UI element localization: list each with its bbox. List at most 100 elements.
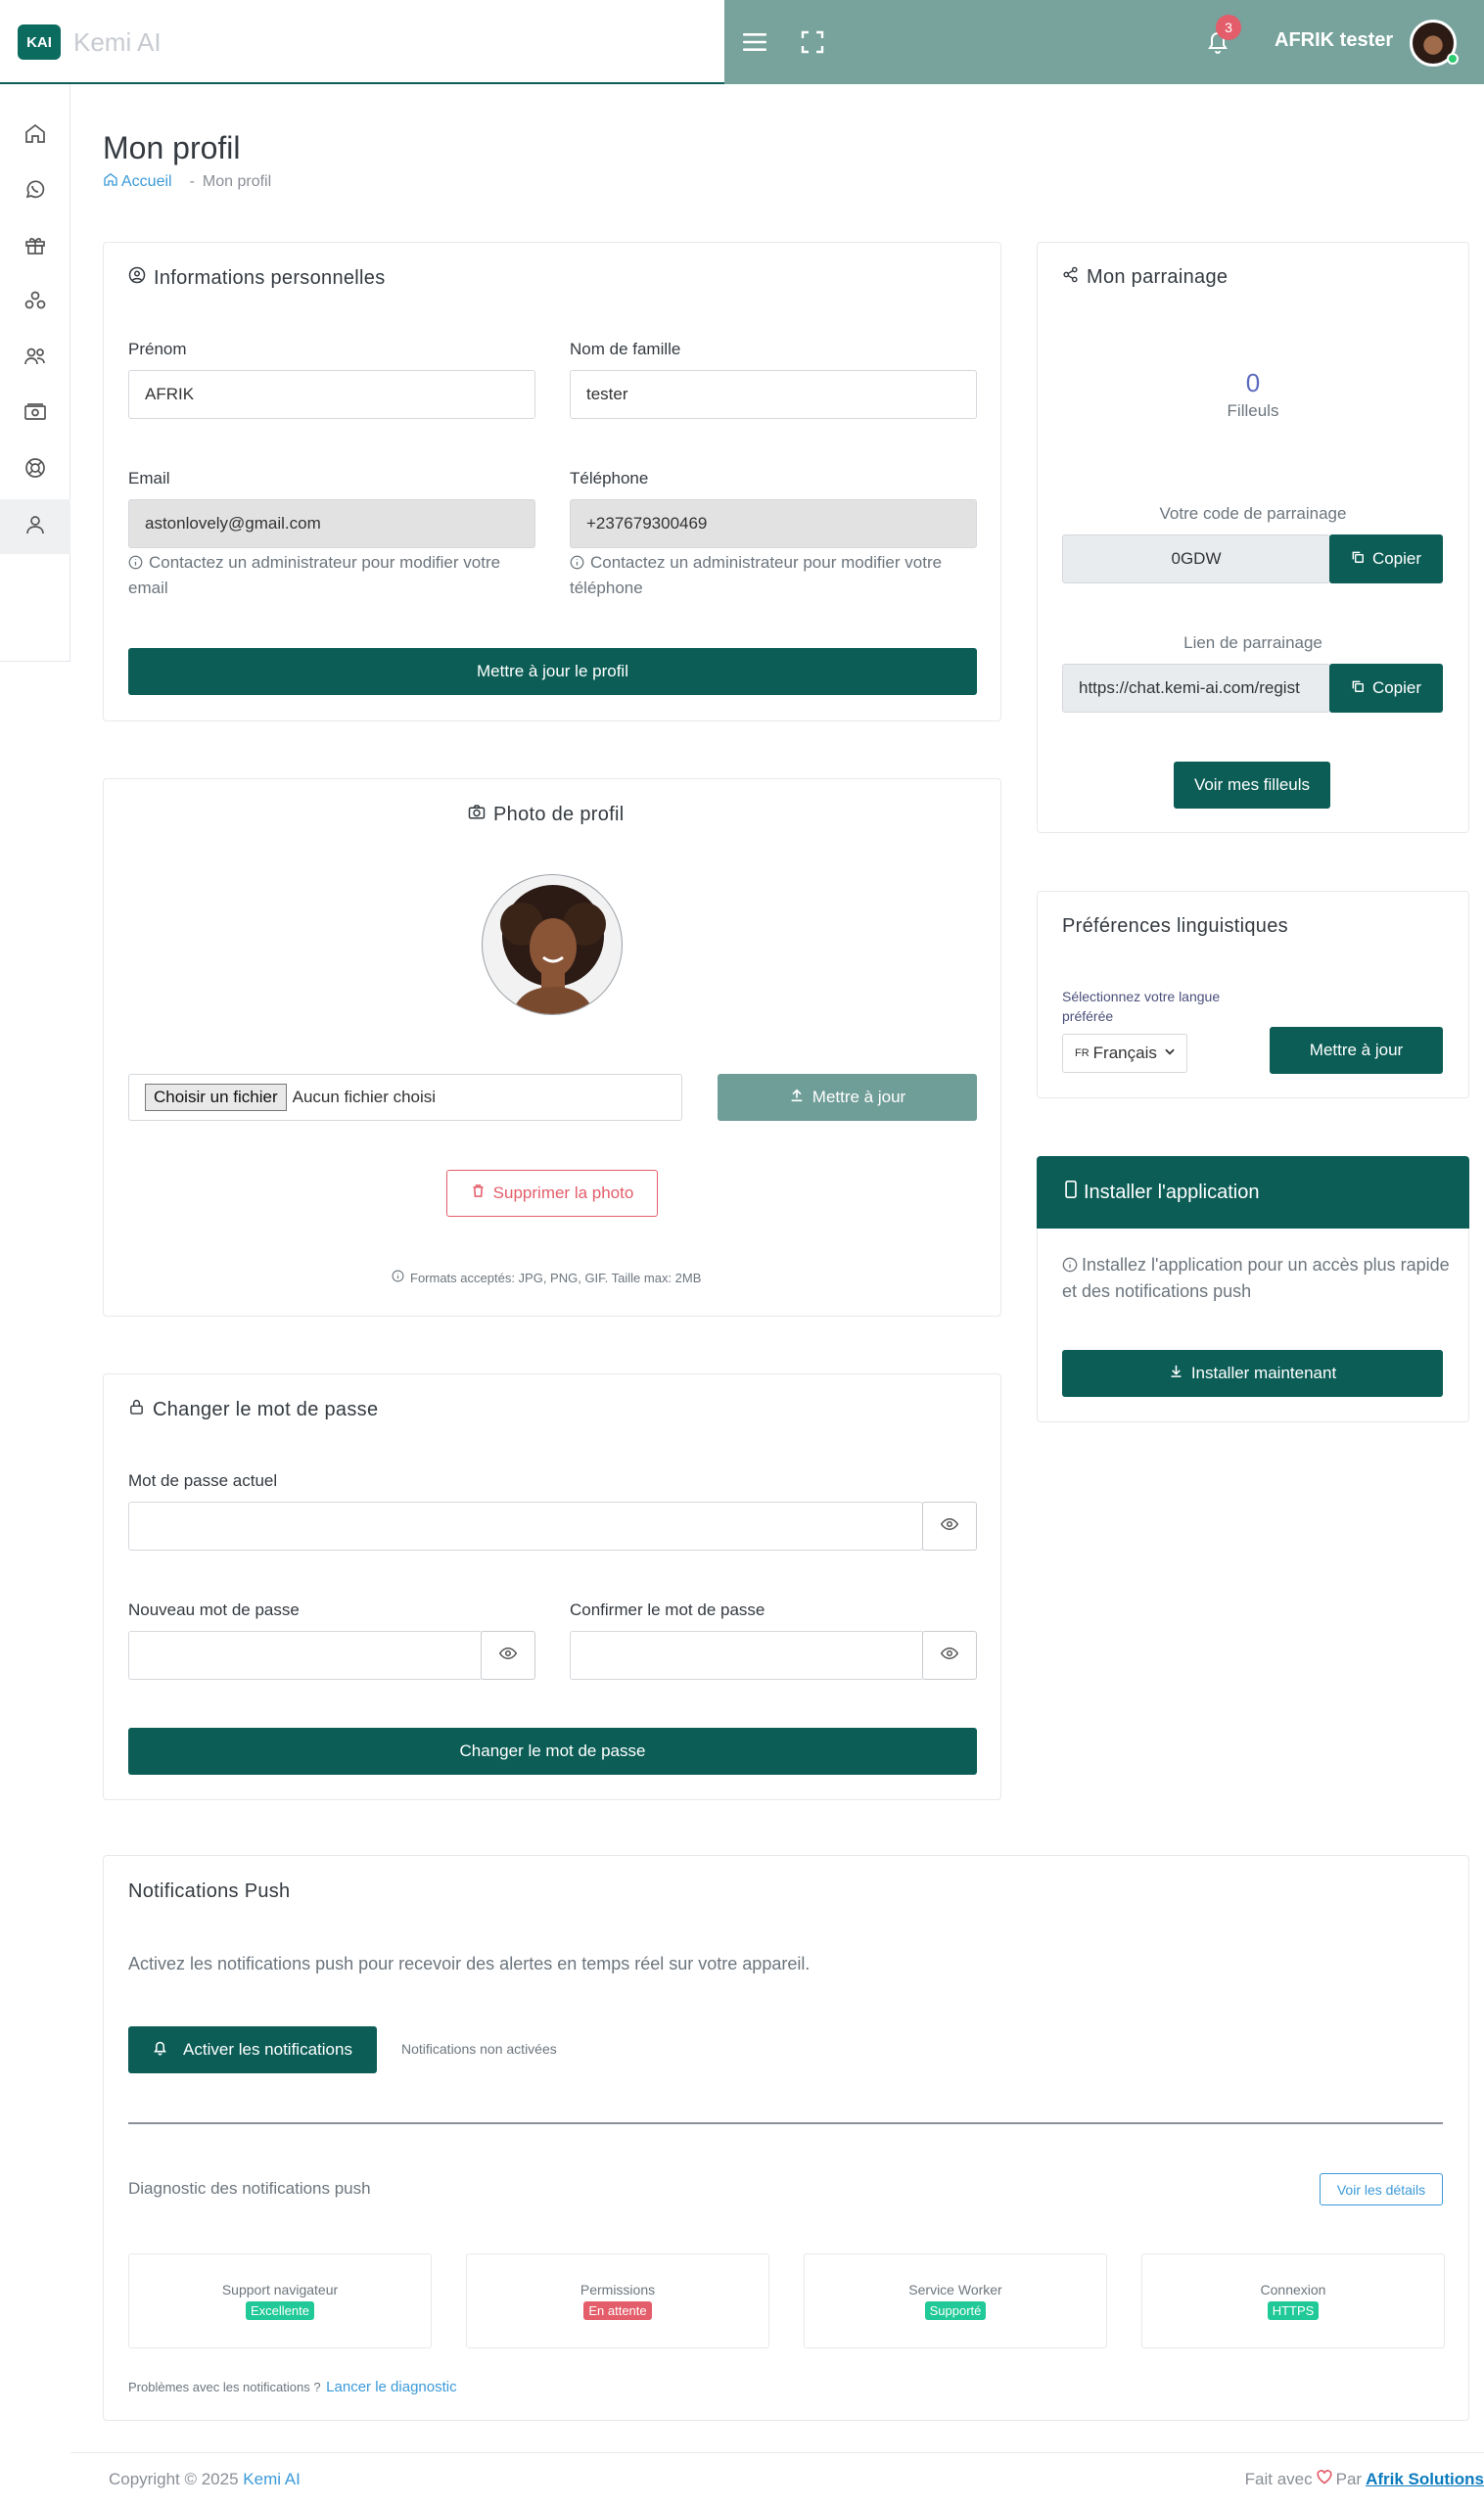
view-referrals-button[interactable]: Voir mes filleuls <box>1174 762 1330 809</box>
user-name[interactable]: AFRIK tester <box>1275 29 1393 52</box>
formats-hint-text: Formats acceptés: JPG, PNG, GIF. Taille … <box>410 1270 702 1285</box>
whatsapp-icon <box>23 177 47 206</box>
breadcrumb: Accueil - Mon profil <box>103 171 271 192</box>
copy-code-label: Copier <box>1371 549 1422 568</box>
upload-icon <box>789 1088 805 1108</box>
eye-icon <box>940 1647 959 1665</box>
notification-count-badge: 3 <box>1216 15 1241 40</box>
lock-icon <box>128 1398 145 1421</box>
status-badge: Supporté <box>924 2301 987 2320</box>
breadcrumb-separator: - <box>189 172 195 190</box>
heart-icon <box>1317 2470 1332 2489</box>
update-photo-button[interactable]: Mettre à jour <box>718 1074 977 1121</box>
update-language-button[interactable]: Mettre à jour <box>1270 1027 1443 1074</box>
bell-icon <box>153 2040 167 2061</box>
copyright-brand-link[interactable]: Kemi AI <box>243 2470 301 2488</box>
email-hint-text: Contactez un administrateur pour modifie… <box>128 553 501 597</box>
groups-icon <box>23 289 47 317</box>
new-password-input[interactable] <box>128 1631 483 1680</box>
sidebar-item-home[interactable] <box>0 108 70 162</box>
copy-link-button[interactable]: Copier <box>1329 664 1443 713</box>
sidebar-item-support[interactable] <box>0 442 70 497</box>
language-title: Préférences linguistiques <box>1062 915 1288 937</box>
diagnostic-label: Permissions <box>580 2282 656 2297</box>
first-name-label: Prénom <box>128 340 187 358</box>
email-label: Email <box>128 469 170 487</box>
sidebar-item-whatsapp[interactable] <box>0 163 70 218</box>
photo-title: Photo de profil <box>468 803 624 826</box>
install-header: Installer l'application <box>1037 1156 1469 1229</box>
download-icon <box>1169 1364 1183 1383</box>
toggle-current-password-button[interactable] <box>922 1502 977 1551</box>
notification-status-text: Notifications non activées <box>401 2041 557 2057</box>
brand[interactable]: KAI Kemi AI <box>0 0 724 84</box>
choose-file-button[interactable]: Choisir un fichier <box>145 1084 287 1111</box>
file-input[interactable]: Choisir un fichier Aucun fichier choisi <box>128 1074 682 1121</box>
sidebar-item-money[interactable] <box>0 387 70 441</box>
eye-icon <box>498 1647 518 1665</box>
phone-hint: Contactez un administrateur pour modifie… <box>570 551 981 600</box>
breadcrumb-home-label: Accueil <box>121 172 172 190</box>
home-icon <box>103 171 118 192</box>
sidebar-item-groups[interactable] <box>0 275 70 330</box>
photo-title-text: Photo de profil <box>493 803 625 825</box>
view-details-button[interactable]: Voir les détails <box>1320 2173 1443 2205</box>
diagnostic-label: Connexion <box>1260 2282 1326 2297</box>
menu-icon[interactable] <box>739 26 770 58</box>
password-title-text: Changer le mot de passe <box>153 1398 379 1420</box>
sidebar-item-team[interactable] <box>0 331 70 386</box>
sidebar <box>0 84 70 662</box>
info-icon <box>570 553 584 577</box>
made-by-link[interactable]: Afrik Solutions <box>1366 2470 1484 2489</box>
profile-photo <box>482 874 623 1015</box>
referral-title-text: Mon parrainage <box>1087 266 1229 288</box>
toggle-confirm-password-button[interactable] <box>922 1631 977 1680</box>
run-diagnostic-link[interactable]: Lancer le diagnostic <box>326 2379 456 2395</box>
chevron-down-icon <box>1163 1044 1177 1063</box>
password-title: Changer le mot de passe <box>128 1398 378 1421</box>
made-by-prefix: Par <box>1335 2470 1363 2488</box>
camera-icon <box>468 803 486 826</box>
fullscreen-icon[interactable] <box>797 26 828 58</box>
referral-code-label: Votre code de parrainage <box>1159 504 1347 523</box>
install-now-button[interactable]: Installer maintenant <box>1062 1350 1443 1397</box>
install-description-text: Installez l'application pour un accès pl… <box>1062 1255 1450 1301</box>
install-description: Installez l'application pour un accès pl… <box>1062 1253 1454 1304</box>
personal-info-title: Informations personnelles <box>128 266 386 290</box>
no-file-text: Aucun fichier choisi <box>292 1088 437 1106</box>
update-profile-button[interactable]: Mettre à jour le profil <box>128 648 977 695</box>
gift-icon <box>23 233 47 261</box>
info-icon <box>1062 1255 1078 1279</box>
confirm-password-input[interactable] <box>570 1631 924 1680</box>
photo-card <box>103 778 1001 1317</box>
current-password-input[interactable] <box>128 1502 923 1551</box>
sidebar-item-gift[interactable] <box>0 219 70 274</box>
referral-link-label: Lien de parrainage <box>1183 633 1322 652</box>
copy-icon <box>1351 678 1365 698</box>
activate-notifications-button[interactable]: Activer les notifications <box>128 2026 377 2073</box>
topbar: KAI Kemi AI 3 AFRIK tester <box>0 0 1484 84</box>
status-badge: HTTPS <box>1267 2301 1320 2320</box>
last-name-field[interactable]: tester <box>570 370 977 419</box>
delete-photo-label: Supprimer la photo <box>492 1183 634 1202</box>
current-password-label: Mot de passe actuel <box>128 1471 278 1490</box>
diagnostic-service-worker: Service Worker Supporté <box>804 2253 1107 2348</box>
flag-code: FR <box>1075 1047 1090 1059</box>
referral-link-field: https://chat.kemi-ai.com/regist <box>1062 664 1330 713</box>
language-select[interactable]: FR Français <box>1062 1034 1187 1073</box>
sidebar-item-profile[interactable] <box>0 499 70 554</box>
first-name-field[interactable]: AFRIK <box>128 370 535 419</box>
change-password-button[interactable]: Changer le mot de passe <box>128 1728 977 1775</box>
toggle-new-password-button[interactable] <box>481 1631 535 1680</box>
breadcrumb-home-link[interactable]: Accueil <box>103 171 172 192</box>
brand-name: Kemi AI <box>73 27 162 57</box>
users-icon <box>23 345 47 373</box>
delete-photo-button[interactable]: Supprimer la photo <box>446 1170 658 1217</box>
breadcrumb-current: Mon profil <box>202 172 272 190</box>
diagnostic-connection: Connexion HTTPS <box>1141 2253 1445 2348</box>
status-badge: En attente <box>583 2301 652 2320</box>
copy-code-button[interactable]: Copier <box>1329 534 1443 583</box>
status-badge: Excellente <box>246 2301 314 2320</box>
brand-logo: KAI <box>18 24 61 60</box>
home-icon <box>23 121 47 150</box>
